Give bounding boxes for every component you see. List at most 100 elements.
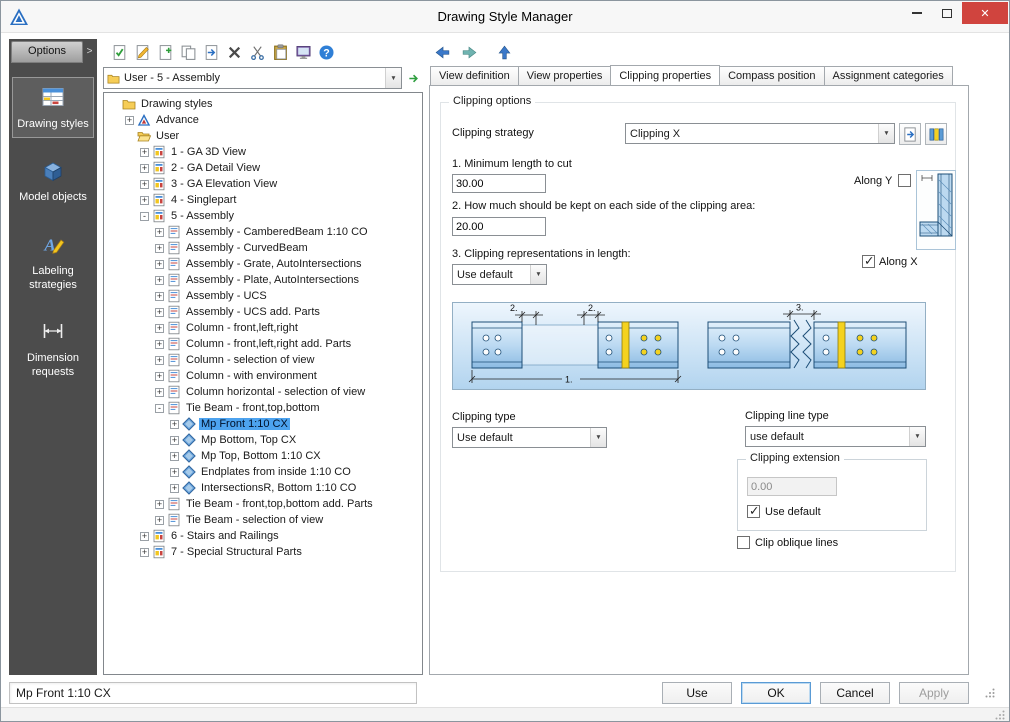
dropdown-arrow-icon[interactable] bbox=[530, 265, 546, 284]
tree-item-mp-bottom-top-cx[interactable]: + Mp Bottom, Top CX bbox=[106, 432, 422, 448]
edit-style-button[interactable] bbox=[132, 42, 152, 62]
expand-icon[interactable]: + bbox=[155, 515, 164, 525]
expand-icon[interactable]: + bbox=[140, 147, 149, 157]
expand-icon[interactable]: + bbox=[155, 259, 164, 269]
sidebar-item-labeling-strategies[interactable]: A Labeling strategies bbox=[12, 224, 94, 298]
tree-item-5-assembly[interactable]: - 5 - Assembly bbox=[106, 208, 422, 224]
collapse-icon[interactable]: - bbox=[140, 211, 149, 221]
dropdown-arrow-icon[interactable] bbox=[590, 428, 606, 447]
sidebar-collapse-button[interactable]: > bbox=[83, 41, 96, 63]
expand-icon[interactable]: + bbox=[155, 387, 164, 397]
sidebar-item-dimension-requests[interactable]: Dimension requests bbox=[12, 311, 94, 385]
tree-item-assembly-plate-autointersections[interactable]: + Assembly - Plate, AutoIntersections bbox=[106, 272, 422, 288]
expand-icon[interactable]: + bbox=[140, 195, 149, 205]
resize-grip[interactable] bbox=[985, 688, 995, 698]
expand-icon[interactable]: + bbox=[155, 355, 164, 365]
dropdown-arrow-icon[interactable] bbox=[909, 427, 925, 446]
representations-combobox[interactable]: Use default bbox=[452, 264, 547, 285]
clipping-line-type-combobox[interactable]: use default bbox=[745, 426, 926, 447]
options-button[interactable]: Options bbox=[11, 41, 83, 63]
back-button[interactable] bbox=[432, 42, 452, 62]
help-button[interactable]: ? bbox=[316, 42, 336, 62]
import-style-button[interactable] bbox=[201, 42, 221, 62]
strategy-manager-button[interactable] bbox=[925, 123, 947, 145]
dropdown-arrow-icon[interactable] bbox=[878, 124, 894, 143]
expand-icon[interactable]: + bbox=[170, 483, 179, 493]
tree-item-intersectionsr-bottom-1-10-co[interactable]: + IntersectionsR, Bottom 1:10 CO bbox=[106, 480, 422, 496]
validate-style-button[interactable] bbox=[109, 42, 129, 62]
sidebar-item-drawing-styles[interactable]: Drawing styles bbox=[12, 77, 94, 138]
tree-item-advance[interactable]: + Advance bbox=[106, 112, 422, 128]
style-selector-combobox[interactable]: User - 5 - Assembly bbox=[103, 67, 402, 89]
expand-icon[interactable]: + bbox=[155, 499, 164, 509]
tree-item-1-ga-3d-view[interactable]: +1 - GA 3D View bbox=[106, 144, 422, 160]
expand-icon[interactable]: + bbox=[155, 291, 164, 301]
tree-item-endplates-from-inside-1-10-co[interactable]: + Endplates from inside 1:10 CO bbox=[106, 464, 422, 480]
tree-item-column-selection-of-view[interactable]: + Column - selection of view bbox=[106, 352, 422, 368]
expand-icon[interactable]: + bbox=[140, 163, 149, 173]
expand-icon[interactable]: + bbox=[140, 531, 149, 541]
tab-compass-position[interactable]: Compass position bbox=[719, 66, 825, 85]
expand-icon[interactable]: + bbox=[155, 275, 164, 285]
expand-icon[interactable]: + bbox=[155, 243, 164, 253]
expand-icon[interactable]: + bbox=[155, 371, 164, 381]
tree-item-6-stairs-and-railings[interactable]: +6 - Stairs and Railings bbox=[106, 528, 422, 544]
along-x-checkbox[interactable] bbox=[862, 253, 875, 268]
tree-item-3-ga-elevation-view[interactable]: +3 - GA Elevation View bbox=[106, 176, 422, 192]
tree-item-tie-beam-front-top-bottom-add-parts[interactable]: + Tie Beam - front,top,bottom add. Parts bbox=[106, 496, 422, 512]
cancel-button[interactable]: Cancel bbox=[820, 682, 890, 704]
keep-input[interactable] bbox=[452, 217, 546, 236]
tree-item-assembly-camberedbeam-1-10-co[interactable]: + Assembly - CamberedBeam 1:10 CO bbox=[106, 224, 422, 240]
dropdown-arrow-icon[interactable] bbox=[385, 68, 401, 88]
use-button[interactable]: Use bbox=[662, 682, 732, 704]
collapse-icon[interactable]: - bbox=[155, 403, 164, 413]
new-style-button[interactable] bbox=[155, 42, 175, 62]
locate-style-button[interactable] bbox=[405, 69, 423, 87]
tab-clipping-properties[interactable]: Clipping properties bbox=[610, 65, 721, 85]
tree-item-assembly-ucs-add-parts[interactable]: + Assembly - UCS add. Parts bbox=[106, 304, 422, 320]
tree-item-user[interactable]: User bbox=[106, 128, 422, 144]
expand-icon[interactable]: + bbox=[155, 227, 164, 237]
paste-style-button[interactable] bbox=[270, 42, 290, 62]
up-button[interactable] bbox=[494, 42, 514, 62]
expand-icon[interactable]: + bbox=[170, 451, 179, 461]
expand-icon[interactable]: + bbox=[125, 115, 134, 125]
resize-grip[interactable] bbox=[995, 710, 1005, 720]
tree-item-column-front-left-right[interactable]: + Column - front,left,right bbox=[106, 320, 422, 336]
tab-assignment-categories[interactable]: Assignment categories bbox=[823, 66, 953, 85]
apply-button[interactable]: Apply bbox=[899, 682, 969, 704]
clipping-type-combobox[interactable]: Use default bbox=[452, 427, 607, 448]
tree-item-4-singlepart[interactable]: +4 - Singlepart bbox=[106, 192, 422, 208]
minimize-button[interactable] bbox=[902, 2, 932, 24]
expand-icon[interactable]: + bbox=[155, 323, 164, 333]
ok-button[interactable]: OK bbox=[741, 682, 811, 704]
copy-style-button[interactable] bbox=[178, 42, 198, 62]
tree-item-drawing-styles[interactable]: Drawing styles bbox=[106, 96, 422, 112]
expand-icon[interactable]: + bbox=[140, 179, 149, 189]
tree-item-assembly-grate-autointersections[interactable]: + Assembly - Grate, AutoIntersections bbox=[106, 256, 422, 272]
expand-icon[interactable]: + bbox=[155, 307, 164, 317]
tree-item-mp-front-1-10-cx[interactable]: + Mp Front 1:10 CX bbox=[106, 416, 422, 432]
expand-icon[interactable]: + bbox=[170, 435, 179, 445]
tree-item-2-ga-detail-view[interactable]: +2 - GA Detail View bbox=[106, 160, 422, 176]
tab-view-properties[interactable]: View properties bbox=[517, 66, 612, 85]
strategy-preview-button[interactable] bbox=[899, 123, 921, 145]
tab-view-definition[interactable]: View definition bbox=[430, 66, 519, 85]
clipping-strategy-combobox[interactable]: Clipping X bbox=[625, 123, 895, 144]
forward-button[interactable] bbox=[459, 42, 479, 62]
tree-item-column-horizontal-selection-of-view[interactable]: + Column horizontal - selection of view bbox=[106, 384, 422, 400]
min-length-input[interactable] bbox=[452, 174, 546, 193]
along-y-checkbox[interactable] bbox=[898, 174, 911, 187]
expand-icon[interactable]: + bbox=[140, 547, 149, 557]
expand-icon[interactable]: + bbox=[155, 339, 164, 349]
tree-item-7-special-structural-parts[interactable]: +7 - Special Structural Parts bbox=[106, 544, 422, 560]
expand-icon[interactable]: + bbox=[170, 419, 179, 429]
tree-item-tie-beam-selection-of-view[interactable]: + Tie Beam - selection of view bbox=[106, 512, 422, 528]
tree-item-mp-top-bottom-1-10-cx[interactable]: + Mp Top, Bottom 1:10 CX bbox=[106, 448, 422, 464]
clip-oblique-checkbox[interactable] bbox=[737, 536, 750, 549]
cut-style-button[interactable] bbox=[247, 42, 267, 62]
tree-item-assembly-ucs[interactable]: + Assembly - UCS bbox=[106, 288, 422, 304]
tree-item-tie-beam-front-top-bottom[interactable]: - Tie Beam - front,top,bottom bbox=[106, 400, 422, 416]
extension-use-default-checkbox[interactable] bbox=[747, 503, 760, 518]
delete-style-button[interactable] bbox=[224, 42, 244, 62]
